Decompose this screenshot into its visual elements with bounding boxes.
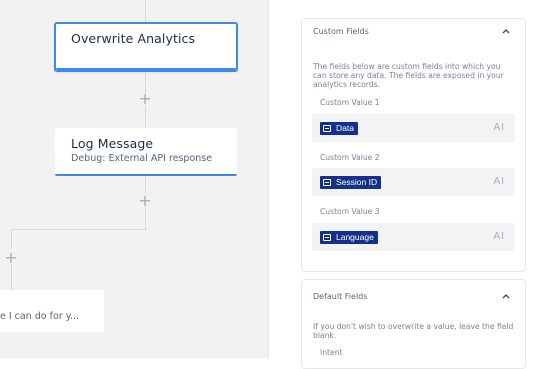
variable-icon [323, 179, 331, 186]
node-title: Overwrite Analytics [71, 31, 196, 46]
ai-icon[interactable]: AI [494, 122, 505, 133]
default-fields-section: Default Fields If you don't wish to over… [301, 279, 526, 369]
connector-line [145, 0, 146, 22]
section-description: If you don't wish to overwrite a value, … [313, 322, 514, 340]
field-label: Custom Value 1 [320, 98, 380, 107]
field-label: Custom Value 2 [320, 153, 380, 162]
section-title: Default Fields [313, 292, 368, 301]
section-title: Custom Fields [313, 27, 369, 36]
ai-icon[interactable]: AI [494, 231, 505, 242]
custom-value-3-field[interactable]: Language AI [312, 223, 515, 251]
ai-icon[interactable]: AI [494, 176, 505, 187]
node-subtitle: Debug: External API response [71, 153, 213, 164]
connector-line [11, 264, 12, 290]
panel-divider [268, 0, 269, 358]
add-node-button[interactable]: + [137, 91, 153, 107]
connector-line [145, 207, 146, 229]
variable-icon [323, 125, 331, 132]
flow-canvas: + + + Overwrite Analytics Log Message De… [0, 0, 268, 358]
connector-line [11, 229, 12, 249]
chip-label: Data [336, 123, 354, 133]
add-node-button[interactable]: + [137, 193, 153, 209]
node-accent-bar [56, 68, 236, 70]
flow-node-say[interactable]: e I can do for y... [0, 290, 104, 332]
node-subtitle: e I can do for y... [0, 311, 80, 322]
connector-line [11, 229, 146, 230]
custom-value-1-field[interactable]: Data AI [312, 114, 515, 142]
chevron-up-icon[interactable] [501, 291, 511, 301]
chevron-up-icon[interactable] [501, 26, 511, 36]
section-description: The fields below are custom fields into … [313, 62, 504, 89]
variable-chip[interactable]: Session ID [320, 176, 382, 189]
variable-icon [323, 234, 331, 241]
flow-node-overwrite-analytics[interactable]: Overwrite Analytics [54, 22, 238, 72]
field-label: Intent [320, 348, 343, 357]
node-accent-bar [55, 174, 237, 176]
chip-label: Session ID [336, 177, 378, 187]
field-label: Custom Value 3 [320, 207, 380, 216]
connector-line [145, 107, 146, 128]
node-title: Log Message [71, 136, 154, 151]
add-node-button[interactable]: + [3, 250, 19, 266]
variable-chip[interactable]: Language [320, 231, 378, 244]
chip-label: Language [336, 232, 374, 242]
custom-value-2-field[interactable]: Session ID AI [312, 168, 515, 196]
variable-chip[interactable]: Data [320, 122, 358, 135]
flow-node-log-message[interactable]: Log Message Debug: External API response [55, 128, 237, 176]
